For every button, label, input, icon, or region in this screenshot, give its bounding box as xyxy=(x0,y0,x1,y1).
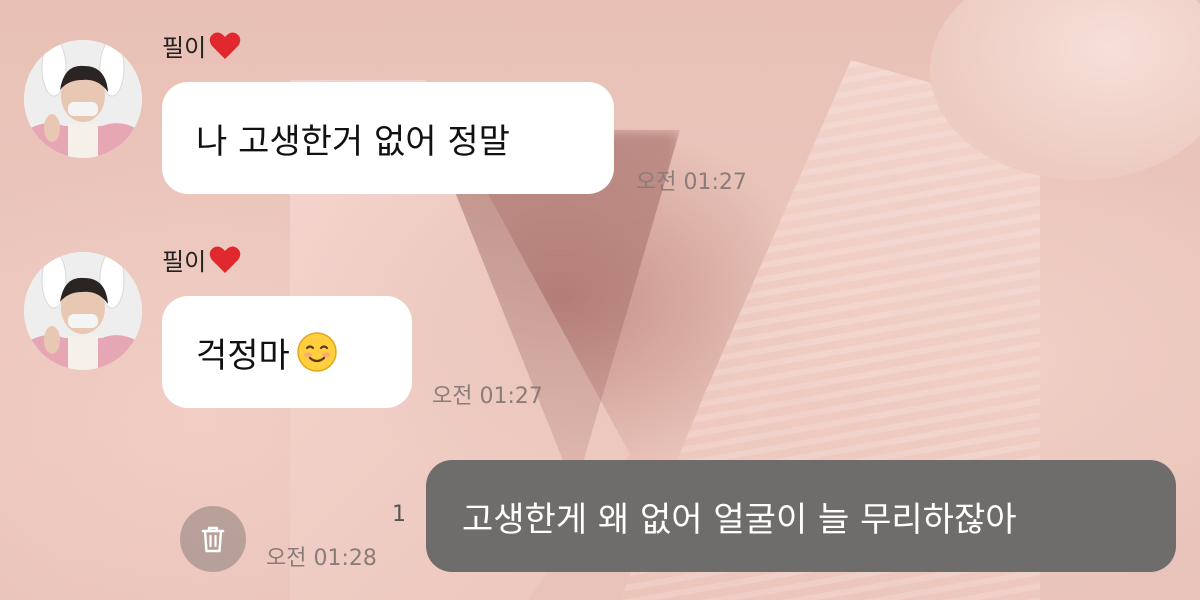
my-message-bubble[interactable]: 고생한게 왜 없어 얼굴이 늘 무리하잖아 xyxy=(426,460,1176,572)
avatar-photo-icon xyxy=(24,252,142,370)
sender-name-label: 필이 xyxy=(162,34,207,62)
avatar[interactable] xyxy=(24,40,142,158)
smiling-face-icon xyxy=(297,332,337,372)
sender-name: 필이 xyxy=(162,28,242,63)
message-time: 오전 01:27 xyxy=(432,384,543,409)
sender-name: 필이 xyxy=(162,242,242,277)
avatar[interactable] xyxy=(24,252,142,370)
unread-count: 1 xyxy=(392,502,406,527)
message-bubble[interactable]: 나 고생한거 없어 정말 xyxy=(162,82,614,194)
message-text: 걱정마 xyxy=(196,335,290,376)
heart-icon xyxy=(209,32,241,59)
message-bubble[interactable]: 걱정마 xyxy=(162,296,412,408)
delete-button[interactable] xyxy=(180,506,246,572)
avatar-photo-icon xyxy=(24,40,142,158)
message-time: 오전 01:27 xyxy=(636,170,747,195)
my-message-text: 고생한게 왜 없어 얼굴이 늘 무리하잖아 xyxy=(462,499,1017,540)
trash-icon xyxy=(201,526,225,553)
my-message-time: 오전 01:28 xyxy=(266,546,377,571)
heart-icon xyxy=(209,246,241,273)
sender-name-label: 필이 xyxy=(162,248,207,276)
message-text: 나 고생한거 없어 정말 xyxy=(196,121,510,162)
